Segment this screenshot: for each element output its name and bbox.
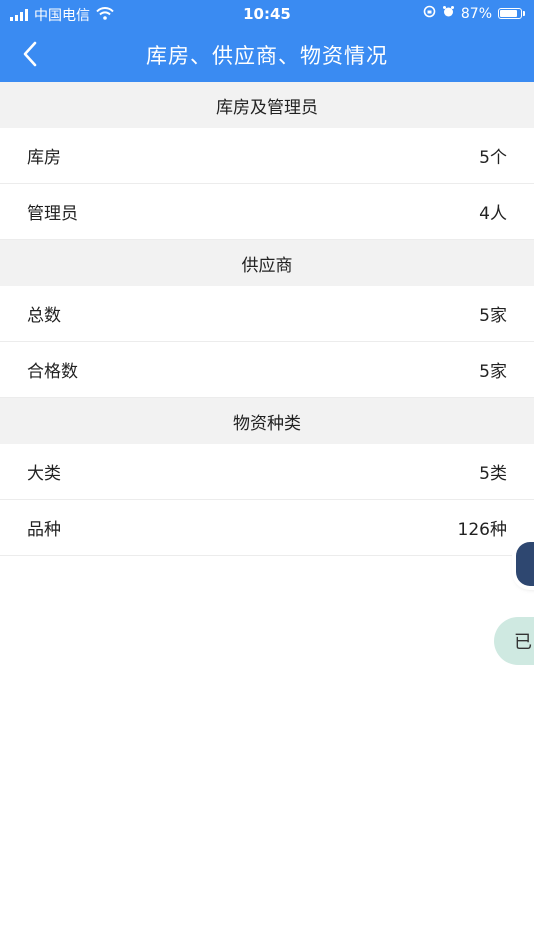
section-header-warehouse: 库房及管理员: [0, 82, 534, 128]
navigation-bar: 库房、供应商、物资情况: [0, 28, 534, 82]
status-right: 87%: [423, 5, 525, 22]
row-value: 4人: [479, 204, 507, 224]
section-header-supplier: 供应商: [0, 240, 534, 286]
list-item-category[interactable]: 大类 5类: [0, 444, 534, 500]
battery-icon: [498, 8, 525, 19]
row-value: 5家: [479, 362, 507, 382]
row-label: 大类: [27, 464, 61, 484]
status-bar: 中国电信 10:45 87%: [0, 0, 534, 28]
row-label: 库房: [27, 148, 61, 168]
top-bar: 中国电信 10:45 87% 库房、供应商、物资情况: [0, 0, 534, 82]
list-item-supplier-total[interactable]: 总数 5家: [0, 286, 534, 342]
floating-status-pill[interactable]: 已: [494, 617, 534, 665]
battery-percent: 87%: [460, 5, 492, 22]
section-header-material: 物资种类: [0, 398, 534, 444]
alarm-icon: [442, 5, 455, 22]
list-item-supplier-qualified[interactable]: 合格数 5家: [0, 342, 534, 398]
floating-avatar-button[interactable]: [516, 542, 534, 586]
row-label: 总数: [27, 306, 61, 326]
row-label: 管理员: [27, 204, 78, 224]
row-value: 126种: [457, 520, 507, 540]
row-value: 5家: [479, 306, 507, 326]
row-value: 5个: [479, 148, 507, 168]
list-item-variety[interactable]: 品种 126种: [0, 500, 534, 556]
battery-fill: [500, 10, 517, 17]
row-label: 合格数: [27, 362, 78, 382]
list-item-warehouse[interactable]: 库房 5个: [0, 128, 534, 184]
row-label: 品种: [27, 520, 61, 540]
rotation-lock-icon: [423, 5, 436, 22]
stats-list: 库房及管理员 库房 5个 管理员 4人 供应商 总数 5家 合格数 5家 物资种…: [0, 82, 534, 556]
list-item-admin[interactable]: 管理员 4人: [0, 184, 534, 240]
pill-label: 已: [514, 632, 532, 653]
row-value: 5类: [479, 464, 507, 484]
page-title: 库房、供应商、物资情况: [146, 44, 388, 68]
